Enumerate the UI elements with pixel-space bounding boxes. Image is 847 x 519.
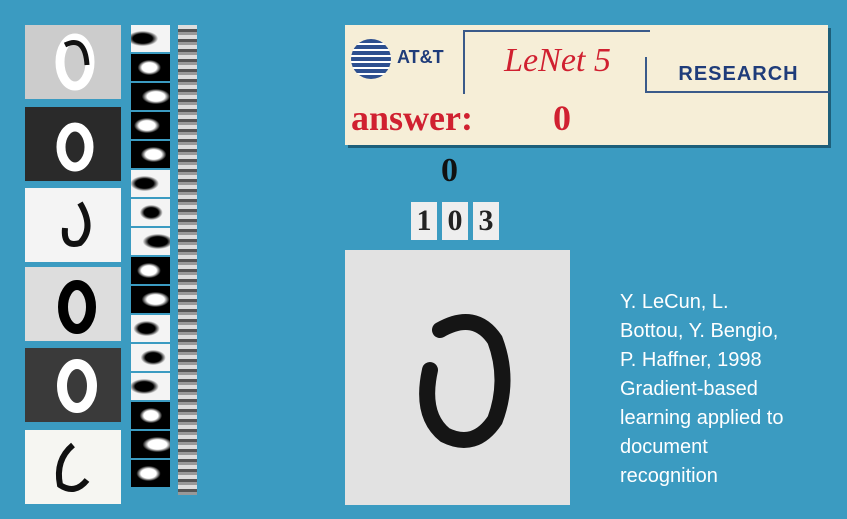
att-globe-icon (351, 39, 391, 79)
title-tab: LeNet 5 (463, 30, 650, 94)
research-label: RESEARCH (645, 57, 830, 93)
feature-map-small (131, 257, 170, 284)
candidate-digit-2: 0 (442, 202, 468, 240)
feature-map-c1-3 (25, 188, 121, 262)
feature-map-small (131, 315, 170, 342)
handwritten-zero-drawing (419, 314, 511, 448)
feature-map-small (131, 431, 170, 458)
citation-text: Y. LeCun, L. Bottou, Y. Bengio, P. Haffn… (620, 288, 840, 491)
predicted-digit: 0 (441, 152, 458, 189)
citation-line: Gradient-based (620, 378, 758, 400)
citation-line: Y. LeCun, L. (620, 291, 729, 313)
candidate-digit-3: 3 (473, 202, 499, 240)
feature-map-small (131, 83, 170, 110)
answer-label: answer: (351, 98, 473, 138)
candidate-digit-1: 1 (411, 202, 437, 240)
feature-map-small (131, 402, 170, 429)
citation-line: P. Haffner, 1998 (620, 349, 762, 371)
feature-map-small (131, 373, 170, 400)
feature-map-small (131, 228, 170, 255)
feature-map-small (131, 286, 170, 313)
feature-map-small (131, 112, 170, 139)
feature-map-small (131, 170, 170, 197)
citation-line: Bottou, Y. Bengio, (620, 320, 779, 342)
feature-map-small (131, 54, 170, 81)
feature-map-c1-2 (25, 107, 121, 181)
feature-map-c1-1 (25, 25, 121, 99)
feature-map-small (131, 344, 170, 371)
feature-map-small (131, 25, 170, 52)
citation-line: learning applied to (620, 407, 784, 429)
feature-map-small (131, 199, 170, 226)
feature-map-c1-4 (25, 267, 121, 341)
feature-map-c1-6 (25, 430, 121, 504)
lenet-banner: AT&T LeNet 5 RESEARCH answer: 0 (345, 25, 830, 145)
feature-map-small (131, 460, 170, 487)
citation-line: document (620, 436, 708, 458)
citation-line: recognition (620, 465, 718, 487)
feature-maps-layer-3 (178, 25, 197, 495)
att-logo-text: AT&T (397, 47, 444, 67)
answer-value: 0 (553, 98, 571, 138)
feature-map-small (131, 141, 170, 168)
feature-map-c1-5 (25, 348, 121, 422)
input-digit-image (345, 250, 570, 505)
app-title: LeNet 5 (504, 42, 611, 79)
